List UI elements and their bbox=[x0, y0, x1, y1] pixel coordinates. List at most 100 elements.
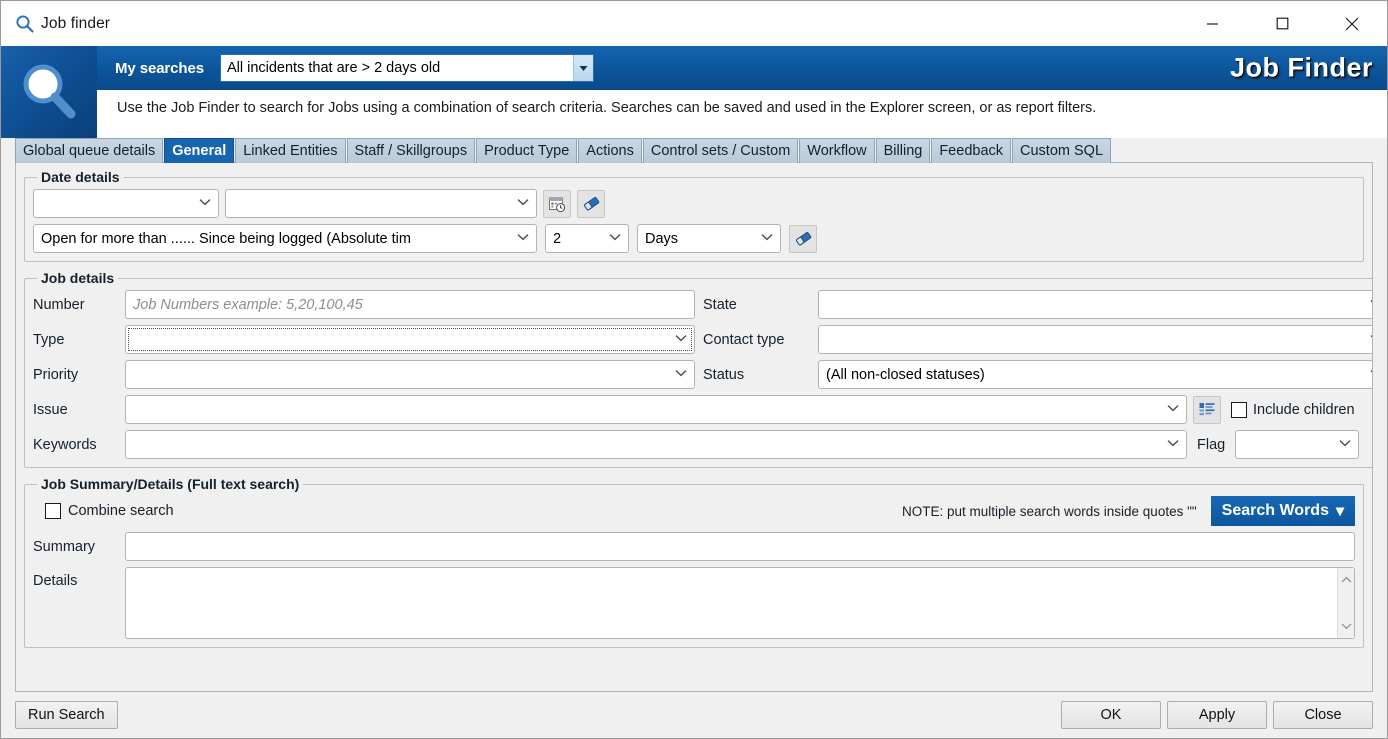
date-details-group: Date details Open for more than ...... S… bbox=[24, 169, 1364, 262]
tab-label: Linked Entities bbox=[243, 143, 338, 159]
my-searches-combo[interactable]: All incidents that are > 2 days old bbox=[219, 54, 594, 82]
tab-label: Feedback bbox=[939, 143, 1004, 159]
flag-combo[interactable] bbox=[1235, 430, 1360, 459]
issue-label: Issue bbox=[33, 401, 68, 418]
tab-feedback[interactable]: Feedback bbox=[931, 138, 1012, 163]
my-searches-bar: My searches All incidents that are > 2 d… bbox=[97, 46, 1387, 90]
date-amount-combo[interactable]: 2 bbox=[545, 224, 629, 253]
combine-search-label: Combine search bbox=[68, 503, 174, 519]
state-combo[interactable] bbox=[818, 290, 1372, 319]
date-type-combo[interactable] bbox=[33, 189, 219, 218]
status-value: (All non-closed statuses) bbox=[826, 366, 985, 383]
eraser-icon[interactable] bbox=[789, 224, 817, 253]
summary-details-legend: Job Summary/Details (Full text search) bbox=[41, 476, 300, 492]
tab-workflow[interactable]: Workflow bbox=[799, 138, 875, 163]
chevron-up-icon[interactable] bbox=[1341, 571, 1352, 589]
summary-input[interactable] bbox=[125, 532, 1355, 561]
tab-actions[interactable]: Actions bbox=[578, 138, 642, 163]
tab-product-type[interactable]: Product Type bbox=[476, 138, 578, 163]
combine-search-checkbox[interactable] bbox=[45, 503, 61, 519]
details-scrollbar[interactable] bbox=[1337, 568, 1354, 638]
window-controls bbox=[1177, 1, 1387, 46]
details-row: Details bbox=[33, 567, 1355, 639]
tab-label: Product Type bbox=[484, 143, 570, 159]
magnifier-logo-icon bbox=[1, 46, 97, 138]
tab-control-sets-custom[interactable]: Control sets / Custom bbox=[642, 138, 799, 163]
apply-button[interactable]: Apply bbox=[1167, 701, 1267, 729]
date-unit-value: Days bbox=[645, 230, 679, 247]
tab-label: Billing bbox=[883, 143, 923, 159]
chevron-down-icon bbox=[609, 233, 621, 245]
my-searches-value: All incidents that are > 2 days old bbox=[226, 60, 441, 76]
include-children-checkbox[interactable] bbox=[1231, 401, 1247, 418]
chevron-down-icon bbox=[517, 198, 529, 210]
date-range-combo[interactable] bbox=[225, 189, 537, 218]
job-details-legend: Job details bbox=[41, 270, 115, 286]
chevron-down-icon bbox=[675, 369, 687, 381]
include-children-label: Include children bbox=[1253, 401, 1355, 418]
search-words-button[interactable]: Search Words ▾ bbox=[1210, 496, 1355, 526]
magnifier-icon bbox=[13, 13, 35, 35]
priority-combo[interactable] bbox=[125, 360, 695, 389]
date-condition-combo[interactable]: Open for more than ...... Since being lo… bbox=[33, 224, 537, 253]
footer-bar: Run Search OK Apply Close bbox=[1, 692, 1387, 738]
date-unit-combo[interactable]: Days bbox=[637, 224, 781, 253]
my-searches-label: My searches bbox=[115, 59, 204, 77]
tab-strip: Global queue details General Linked Enti… bbox=[1, 138, 1387, 163]
issue-combo[interactable] bbox=[125, 395, 1187, 424]
job-finder-window: Job finder My searches All incidents tha… bbox=[0, 0, 1388, 739]
ok-button[interactable]: OK bbox=[1061, 701, 1161, 729]
tab-label: Staff / Skillgroups bbox=[354, 143, 468, 159]
contact-type-combo[interactable] bbox=[818, 325, 1372, 354]
tab-global-queue-details[interactable]: Global queue details bbox=[15, 138, 164, 163]
date-row-1 bbox=[33, 189, 1355, 218]
tree-list-icon[interactable] bbox=[1193, 395, 1221, 424]
tab-label: Custom SQL bbox=[1020, 143, 1104, 159]
window-title: Job finder bbox=[41, 14, 111, 32]
keywords-label: Keywords bbox=[33, 436, 97, 453]
tab-label: General bbox=[172, 143, 227, 159]
chevron-down-icon bbox=[1167, 439, 1179, 451]
keywords-combo[interactable] bbox=[125, 430, 1187, 459]
summary-label: Summary bbox=[33, 538, 96, 555]
type-combo[interactable] bbox=[125, 325, 695, 354]
chevron-down-icon[interactable] bbox=[572, 55, 593, 81]
type-label: Type bbox=[33, 331, 65, 348]
tab-billing[interactable]: Billing bbox=[875, 138, 931, 163]
tab-label: Global queue details bbox=[23, 143, 156, 159]
number-input[interactable]: Job Numbers example: 5,20,100,45 bbox=[125, 290, 695, 319]
job-number-row: Number Job Numbers example: 5,20,100,45 … bbox=[33, 290, 1372, 319]
caret-down-icon: ▾ bbox=[1335, 503, 1344, 520]
number-label: Number bbox=[33, 296, 85, 313]
job-issue-row: Issue Include children bbox=[33, 395, 1372, 424]
date-amount-value: 2 bbox=[553, 230, 562, 247]
tab-general[interactable]: General bbox=[164, 138, 235, 163]
status-combo[interactable]: (All non-closed statuses) bbox=[818, 360, 1372, 389]
eraser-icon[interactable] bbox=[577, 189, 605, 218]
number-placeholder: Job Numbers example: 5,20,100,45 bbox=[133, 296, 363, 313]
minimize-button[interactable] bbox=[1177, 1, 1247, 46]
tab-label: Workflow bbox=[807, 143, 867, 159]
tab-custom-sql[interactable]: Custom SQL bbox=[1012, 138, 1112, 163]
combine-search-row: Combine search NOTE: put multiple search… bbox=[33, 496, 1355, 526]
date-condition-value: Open for more than ...... Since being lo… bbox=[41, 230, 411, 247]
details-value bbox=[126, 568, 1337, 638]
details-textarea[interactable] bbox=[125, 567, 1355, 639]
chevron-down-icon bbox=[517, 233, 529, 245]
maximize-button[interactable] bbox=[1247, 1, 1317, 46]
run-search-button[interactable]: Run Search bbox=[15, 701, 118, 729]
title-bar: Job finder bbox=[1, 1, 1387, 46]
general-tab-panel: Date details Open for more than ...... S… bbox=[15, 163, 1373, 692]
job-keywords-row: Keywords Flag bbox=[33, 430, 1372, 459]
search-words-note: NOTE: put multiple search words inside q… bbox=[901, 503, 1197, 519]
job-priority-row: Priority Status (All non-closed statuses… bbox=[33, 360, 1372, 389]
calendar-clock-icon[interactable] bbox=[543, 189, 571, 218]
tab-staff-skillgroups[interactable]: Staff / Skillgroups bbox=[346, 138, 476, 163]
close-button-footer[interactable]: Close bbox=[1273, 701, 1373, 729]
tab-linked-entities[interactable]: Linked Entities bbox=[235, 138, 346, 163]
job-type-row: Type Contact type bbox=[33, 325, 1372, 354]
chevron-down-icon[interactable] bbox=[1341, 617, 1352, 635]
close-button[interactable] bbox=[1317, 1, 1387, 46]
chevron-down-icon bbox=[1370, 299, 1372, 311]
chevron-down-icon bbox=[761, 233, 773, 245]
